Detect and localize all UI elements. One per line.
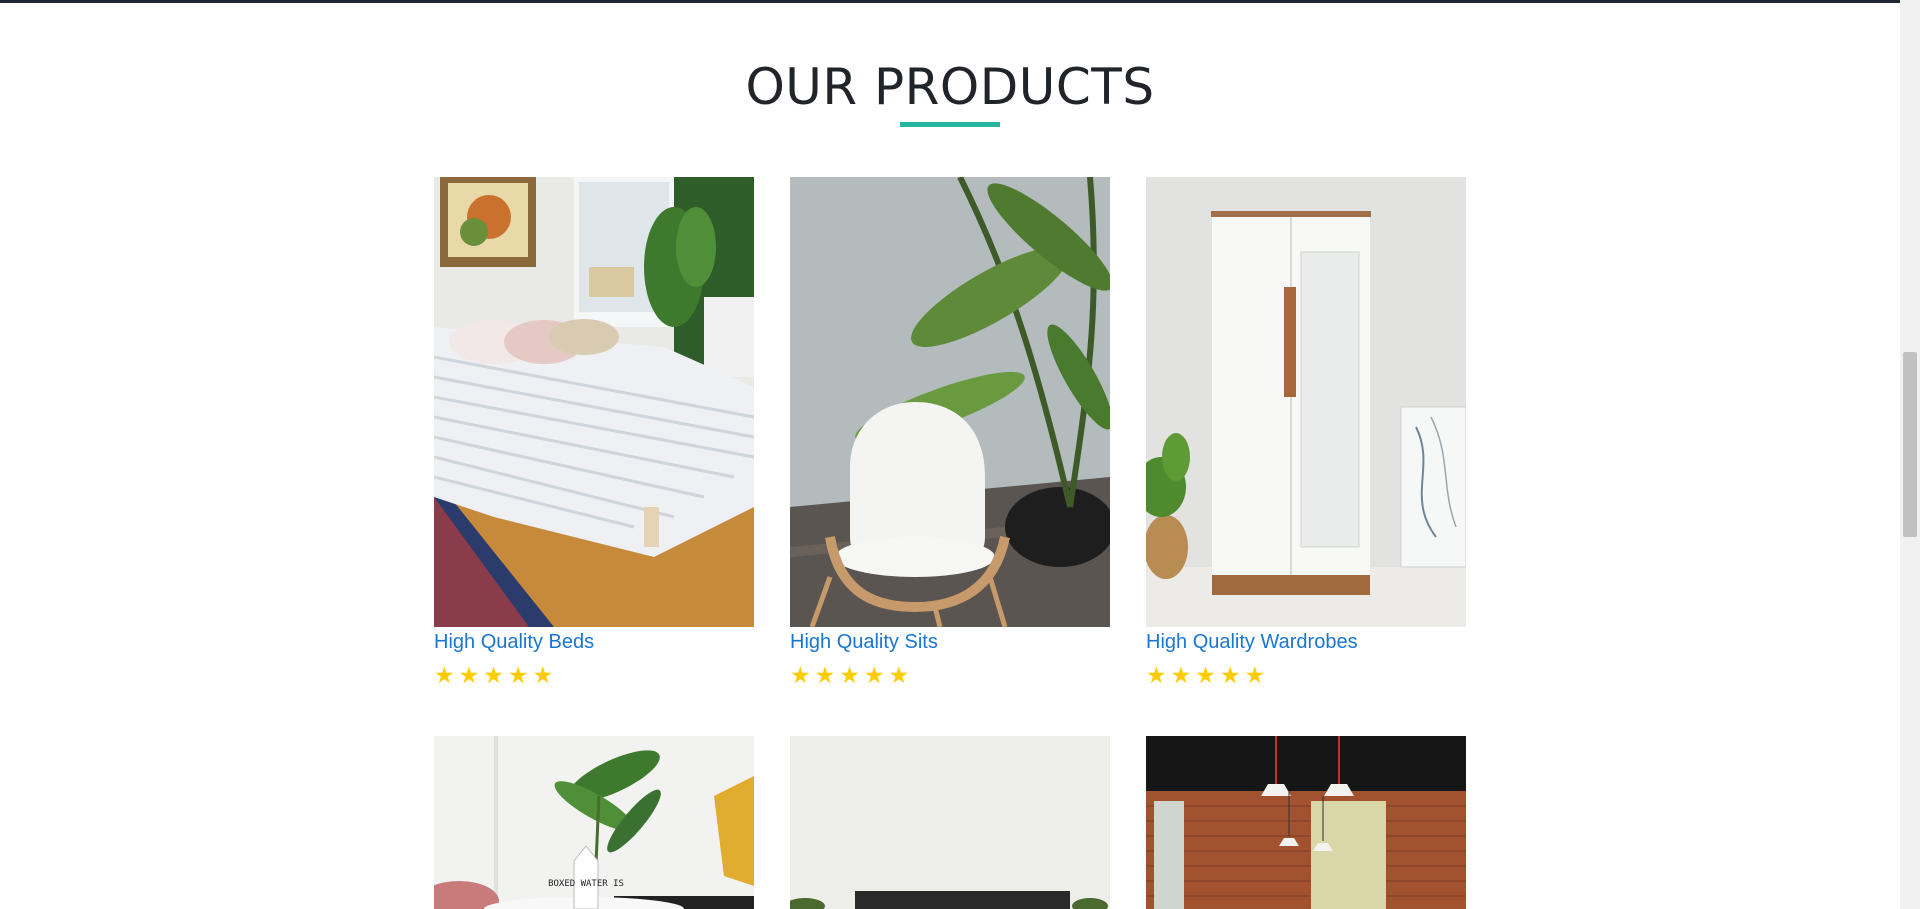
rating-stars-beds: ★ ★ ★ ★ ★ <box>434 664 754 688</box>
product-title-sits[interactable]: High Quality Sits <box>790 630 1110 654</box>
product-image-beds[interactable] <box>434 177 754 627</box>
carton-label: BOXED WATER IS <box>548 879 624 889</box>
product-card-sits[interactable]: High Quality Sits ★ ★ ★ ★ ★ <box>790 177 1110 688</box>
product-image-sits[interactable] <box>790 177 1110 627</box>
star-icon: ★ <box>1195 663 1216 689</box>
rating-stars-wardrobes: ★ ★ ★ ★ ★ <box>1146 664 1466 688</box>
star-icon: ★ <box>507 663 529 689</box>
product-image-row2-1[interactable]: BOXED WATER IS <box>434 736 754 909</box>
star-icon: ★ <box>814 663 836 689</box>
product-card-wardrobes[interactable]: High Quality Wardrobes ★ ★ ★ ★ ★ <box>1146 177 1466 688</box>
star-icon: ★ <box>1219 663 1241 689</box>
rating-stars-sits: ★ ★ ★ ★ ★ <box>790 664 1110 688</box>
star-icon: ★ <box>483 663 504 689</box>
title-underline <box>900 122 1000 127</box>
product-card-row2-1[interactable]: BOXED WATER IS <box>434 736 754 909</box>
product-card-row2-3[interactable] <box>1146 736 1466 909</box>
product-title-wardrobes[interactable]: High Quality Wardrobes <box>1146 630 1466 654</box>
star-icon: ★ <box>790 663 811 689</box>
star-icon: ★ <box>888 663 910 689</box>
product-card-beds[interactable]: High Quality Beds ★ ★ ★ ★ ★ <box>434 177 754 688</box>
product-image-row2-3[interactable] <box>1146 736 1466 909</box>
star-icon: ★ <box>863 663 885 689</box>
star-icon: ★ <box>839 663 860 689</box>
product-image-row2-2[interactable] <box>790 736 1110 909</box>
star-icon: ★ <box>532 663 554 689</box>
star-icon: ★ <box>1170 663 1192 689</box>
scrollbar-thumb[interactable] <box>1903 352 1917 537</box>
star-icon: ★ <box>1146 663 1167 689</box>
product-title-beds[interactable]: High Quality Beds <box>434 630 754 654</box>
product-image-wardrobes[interactable] <box>1146 177 1466 627</box>
top-border <box>0 0 1900 3</box>
page-scrollbar[interactable] <box>1900 0 1920 909</box>
star-icon: ★ <box>458 663 480 689</box>
product-card-row2-2[interactable] <box>790 736 1110 909</box>
star-icon: ★ <box>1244 663 1266 689</box>
star-icon: ★ <box>434 663 455 689</box>
section-title: OUR PRODUCTS <box>745 58 1155 116</box>
